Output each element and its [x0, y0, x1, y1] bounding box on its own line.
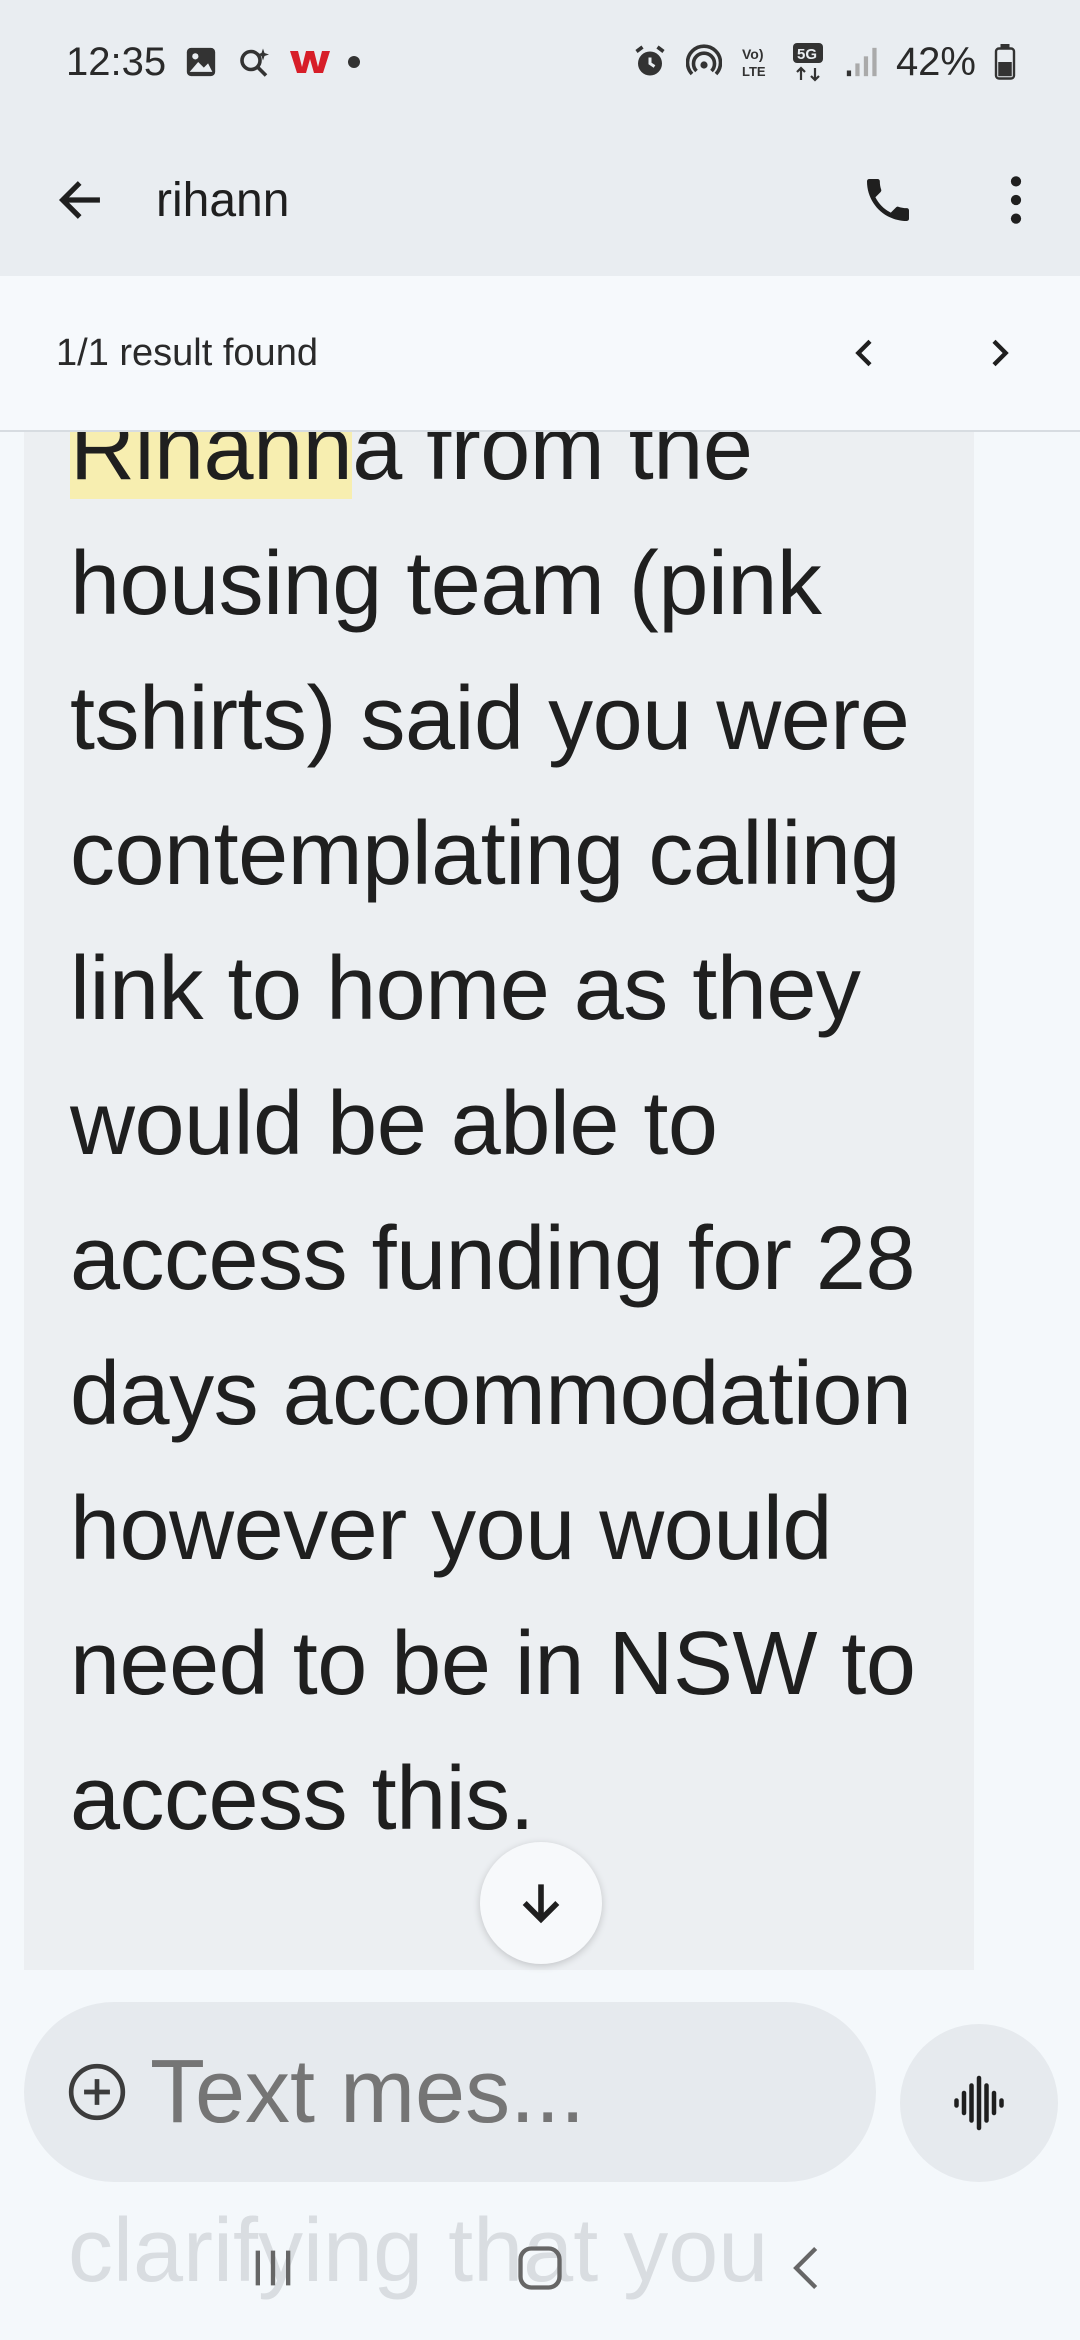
search-highlight: Rihann [70, 432, 353, 499]
gallery-notification-icon [184, 45, 218, 79]
scroll-to-bottom-button[interactable] [480, 1842, 602, 1964]
waveform-icon [954, 2075, 1004, 2131]
more-notifications-icon [348, 56, 361, 68]
hotspot-icon [685, 44, 722, 80]
message-list[interactable]: Rihanna from the housing team (pink tshi… [0, 432, 1080, 1992]
attach-button[interactable] [66, 2047, 128, 2137]
battery-percentage: 42% [895, 39, 976, 84]
status-bar: 12:35 Vo) LTE 5G 42% [0, 0, 1080, 124]
system-navigation-bar [0, 2196, 1080, 2340]
previous-result-button[interactable] [820, 308, 910, 398]
search-notification-icon [236, 44, 272, 80]
chevron-right-icon [992, 339, 1009, 367]
message-text: Rihanna from the housing team (pink tshi… [70, 432, 934, 1867]
chevron-left-icon [855, 339, 872, 367]
screen: 12:35 Vo) LTE 5G 42% rihann 1/1 result f… [0, 0, 1080, 2340]
battery-icon [994, 44, 1016, 80]
svg-text:Vo): Vo) [742, 46, 764, 62]
bank-app-icon [290, 49, 331, 75]
status-right: Vo) LTE 5G 42% [632, 40, 1016, 85]
recent-apps-button[interactable] [213, 2208, 333, 2328]
alarm-icon [632, 44, 668, 80]
add-circle-icon [68, 2063, 126, 2121]
recent-apps-icon [255, 2250, 291, 2286]
network-type-icon: 5G [792, 42, 826, 82]
search-result-bar: 1/1 result found [0, 276, 1080, 432]
next-result-button[interactable] [954, 308, 1044, 398]
more-options-button[interactable] [972, 156, 1060, 244]
message-bubble[interactable]: Rihanna from the housing team (pink tshi… [24, 432, 974, 1970]
back-nav-button[interactable] [747, 2208, 867, 2328]
status-time: 12:35 [66, 39, 167, 84]
voice-message-button[interactable] [900, 2024, 1058, 2182]
search-result-count: 1/1 result found [56, 331, 318, 374]
call-button[interactable] [844, 156, 932, 244]
home-button[interactable] [480, 2208, 600, 2328]
message-body: a from the housing team (pink tshirts) s… [70, 432, 916, 1849]
network-type-text: 5G [797, 46, 817, 63]
volte-icon: Vo) LTE [740, 44, 774, 80]
back-nav-icon [792, 2246, 817, 2290]
arrow-back-icon [58, 181, 100, 219]
back-button[interactable] [40, 160, 120, 240]
more-vert-icon [1010, 176, 1022, 224]
phone-icon [867, 179, 909, 221]
arrow-down-icon [522, 1884, 560, 1924]
contact-name: rihann [156, 173, 290, 227]
conversation-app-bar: rihann [0, 124, 1080, 276]
signal-icon [844, 45, 878, 79]
message-composer [24, 2002, 1080, 2182]
svg-text:LTE: LTE [742, 64, 766, 79]
status-left: 12:35 [66, 39, 361, 85]
home-icon [518, 2246, 562, 2290]
